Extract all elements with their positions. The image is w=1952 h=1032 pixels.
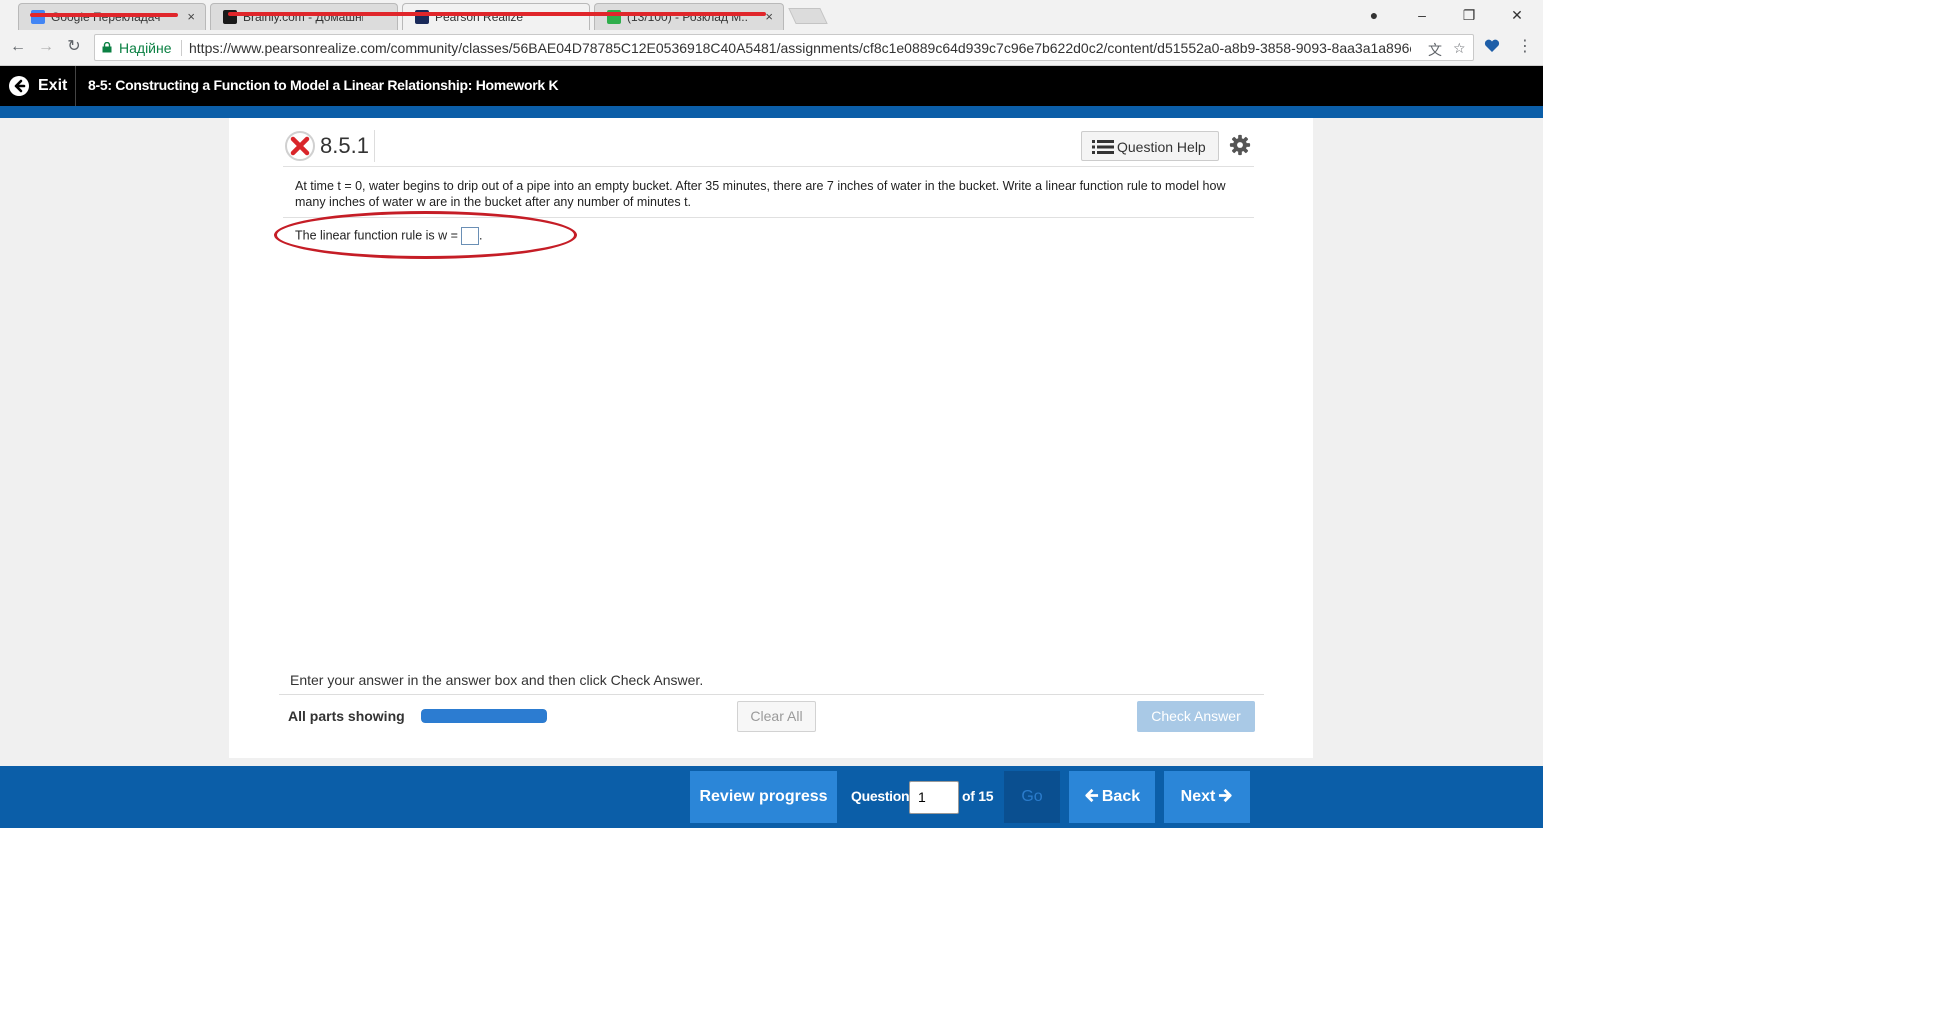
browser-toolbar: ← → ↻ Надійне https://www.pearsonrealize… <box>0 30 1543 66</box>
question-number: 8.5.1 <box>320 133 369 158</box>
incorrect-status-icon <box>285 131 315 161</box>
divider <box>279 694 1264 695</box>
assignment-title: 8-5: Constructing a Function to Model a … <box>88 77 559 93</box>
translate-icon[interactable]: 文 <box>1428 40 1442 60</box>
go-button[interactable]: Go <box>1004 771 1060 823</box>
question-label: Question <box>851 788 910 804</box>
forward-arrow-icon[interactable]: → <box>36 37 56 57</box>
instruction-text: Enter your answer in the answer box and … <box>290 672 704 688</box>
bottom-nav-bar: Review progress Question 1 of 15 Go Back… <box>0 766 1543 828</box>
check-answer-button[interactable]: Check Answer <box>1137 701 1255 732</box>
address-bar[interactable]: Надійне https://www.pearsonrealize.com/c… <box>94 34 1474 61</box>
all-parts-label: All parts showing <box>288 708 405 724</box>
browser-tab[interactable]: Brainly.com - Домашні <box>210 3 398 30</box>
back-arrow-icon[interactable]: ← <box>8 37 28 57</box>
profile-icon[interactable]: ● <box>1362 4 1386 26</box>
tab-close-icon[interactable]: × <box>765 9 773 24</box>
browser-tab-active[interactable]: Pearson Realize <box>402 3 590 30</box>
parts-progress-bar <box>421 709 547 723</box>
clear-all-button[interactable]: Clear All <box>737 701 816 732</box>
parts-progress-fill <box>421 709 547 723</box>
annotation-ellipse <box>274 211 577 259</box>
url-divider <box>181 40 182 56</box>
secure-label: Надійне <box>119 40 172 56</box>
exit-label: Exit <box>38 77 68 94</box>
browser-menu-icon[interactable]: ⋮ <box>1515 37 1535 57</box>
extension-heart-icon[interactable] <box>1484 39 1500 53</box>
lock-icon <box>102 42 112 53</box>
url-text[interactable]: https://www.pearsonrealize.com/community… <box>189 40 1411 56</box>
redaction-mark <box>30 13 178 17</box>
arrow-left-icon <box>1085 788 1098 803</box>
next-label: Next <box>1180 788 1216 805</box>
back-button[interactable]: Back <box>1069 771 1155 823</box>
question-help-button[interactable]: Question Help <box>1081 131 1219 161</box>
blank-margin <box>1543 0 1952 1032</box>
new-tab-button[interactable] <box>788 8 828 24</box>
review-progress-button[interactable]: Review progress <box>690 771 837 823</box>
arrow-right-icon <box>1219 788 1232 803</box>
gear-icon[interactable] <box>1229 134 1251 156</box>
divider <box>283 166 1254 167</box>
header-accent-stripe <box>0 106 1543 118</box>
minimize-icon[interactable]: – <box>1410 4 1434 26</box>
tab-close-icon[interactable]: × <box>187 9 195 24</box>
question-help-label: Question Help <box>1117 139 1206 155</box>
question-number-input[interactable]: 1 <box>909 781 959 814</box>
bookmark-star-icon[interactable]: ☆ <box>1453 40 1466 57</box>
close-window-icon[interactable]: ✕ <box>1505 4 1529 26</box>
back-label: Back <box>1101 788 1141 805</box>
exit-button[interactable]: Exit <box>0 66 76 106</box>
reload-icon[interactable]: ↻ <box>64 37 84 57</box>
redaction-mark <box>228 12 766 16</box>
browser-tab-strip: Google Перекладач × Brainly.com - Домашн… <box>0 0 1543 30</box>
exit-arrow-icon <box>9 76 29 96</box>
divider <box>374 130 375 162</box>
browser-tab[interactable]: (13/100) - Розклад M... × <box>594 3 784 30</box>
blank-margin <box>0 828 1543 1032</box>
question-total-label: of 15 <box>962 788 994 804</box>
restore-icon[interactable]: ❐ <box>1457 4 1481 26</box>
app-header: Exit 8-5: Constructing a Function to Mod… <box>0 66 1543 106</box>
question-text: At time t = 0, water begins to drip out … <box>295 179 1226 209</box>
next-button[interactable]: Next <box>1164 771 1250 823</box>
list-icon <box>1092 140 1114 154</box>
